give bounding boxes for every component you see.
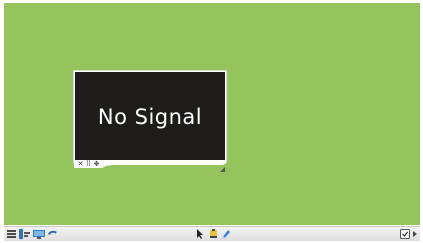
grid-icon[interactable]: ⠿ xyxy=(85,160,92,168)
back-icon[interactable] xyxy=(47,229,57,239)
taskbar xyxy=(4,226,420,241)
pen-icon[interactable] xyxy=(209,229,218,239)
input-source-icon[interactable] xyxy=(19,229,30,239)
move-icon[interactable]: ✥ xyxy=(93,160,100,168)
screen: No Signal ✕ ⠿ ✥ xyxy=(0,0,423,243)
screen-toggle-icon[interactable] xyxy=(400,229,410,239)
monitor-icon[interactable] xyxy=(33,229,45,239)
pointer-icon[interactable] xyxy=(197,229,205,239)
eraser-icon[interactable] xyxy=(221,229,231,239)
no-signal-message: No Signal xyxy=(97,104,203,129)
close-icon[interactable]: ✕ xyxy=(77,160,84,168)
menu-icon[interactable] xyxy=(7,229,16,239)
preview-control-tab: ✕ ⠿ ✥ xyxy=(74,160,226,168)
preview-display: No Signal xyxy=(74,71,226,162)
next-icon[interactable] xyxy=(412,229,418,239)
desktop-background: No Signal ✕ ⠿ ✥ xyxy=(4,3,420,225)
no-signal-preview-window[interactable]: No Signal ✕ ⠿ ✥ xyxy=(72,69,228,172)
